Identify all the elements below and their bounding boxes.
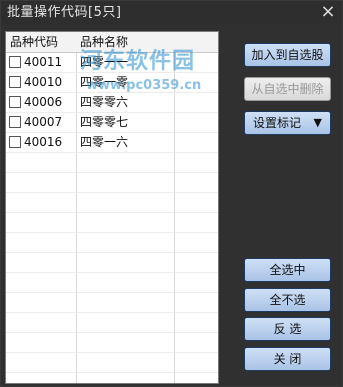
row-checkbox[interactable] [9,116,21,128]
row-checkbox[interactable] [9,136,21,148]
watermark-url: www.pc0359.cn [86,78,202,93]
select-all-button[interactable]: 全选中 [244,258,331,282]
empty-row [6,192,218,213]
empty-row [6,212,218,233]
close-button[interactable]: 关 闭 [244,347,331,371]
row-code: 40007 [24,115,63,129]
empty-row [6,292,218,313]
add-to-watchlist-button[interactable]: 加入到自选股 [244,43,331,67]
row-code: 40016 [24,135,63,149]
empty-row [6,152,218,173]
window-title: 批量操作代码[5只] [7,5,122,20]
remove-from-watchlist-button[interactable]: 从自选中删除 [244,77,331,101]
row-checkbox[interactable] [9,76,21,88]
table-row[interactable]: 40016 四零一六 [6,132,218,153]
batch-operation-dialog: 批量操作代码[5只] × 品种代码 品种名称 40011 四零一一 40010 四零一… [0,0,343,387]
watermark-text: 河东软件园 [80,49,196,74]
table-row[interactable]: 40006 四零零六 [6,92,218,113]
row-name: 四零一六 [80,135,129,149]
triangle-down-icon: ▼ [313,116,322,129]
row-code: 40010 [24,75,63,89]
title-bar: 批量操作代码[5只] × [1,1,342,25]
invert-selection-button[interactable]: 反 选 [244,317,331,341]
set-mark-button[interactable]: 设置标记 ▼ [244,111,331,135]
empty-row [6,272,218,293]
header-code[interactable]: 品种代码 [10,35,58,49]
select-none-button[interactable]: 全不选 [244,288,331,312]
row-checkbox[interactable] [9,56,21,68]
empty-row [6,352,218,373]
empty-row [6,312,218,333]
empty-row [6,332,218,353]
row-checkbox[interactable] [9,96,21,108]
empty-row [6,172,218,193]
empty-row [6,372,218,383]
set-mark-label: 设置标记 [253,116,302,130]
close-icon[interactable]: × [318,2,338,22]
empty-row [6,252,218,273]
header-name[interactable]: 品种名称 [80,35,128,49]
code-list-table: 品种代码 品种名称 40011 四零一一 40010 四零一零 40006 四零零六 400… [5,31,219,384]
row-name: 四零零六 [80,95,129,109]
row-name: 四零零七 [80,115,129,129]
row-code: 40011 [24,55,63,69]
table-row[interactable]: 40007 四零零七 [6,112,218,133]
row-code: 40006 [24,95,63,109]
empty-row [6,232,218,253]
